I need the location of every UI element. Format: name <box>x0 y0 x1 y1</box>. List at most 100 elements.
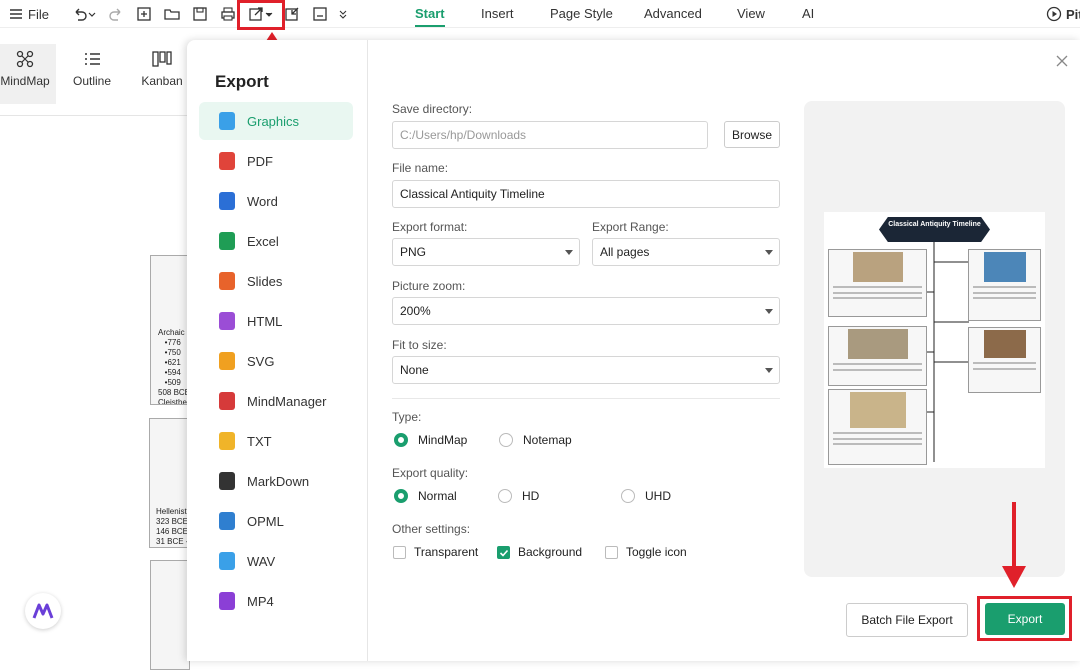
save-as-icon[interactable] <box>312 6 328 22</box>
picture-zoom-value: 200% <box>400 304 431 318</box>
export-dialog: Export Graphics PDF Word Excel Slides HTML SVG… <box>187 40 1080 661</box>
format-item-graphics[interactable]: Graphics <box>199 102 353 140</box>
chevron-down-icon <box>765 309 773 314</box>
format-item-label: TXT <box>247 433 272 449</box>
new-page-icon[interactable] <box>136 6 152 22</box>
transparent-checkbox[interactable]: Transparent <box>393 545 478 559</box>
fit-to-size-value: None <box>400 363 429 377</box>
export-format-nav: Export Graphics PDF Word Excel Slides HTML SVG… <box>187 40 368 661</box>
export-button[interactable]: Export <box>985 603 1065 635</box>
export-preview: Classical Antiquity Timeline <box>804 101 1065 577</box>
quality-normal-label: Normal <box>418 489 457 503</box>
view-mindmap[interactable]: MindMap <box>0 44 56 104</box>
play-label[interactable]: Pit <box>1066 4 1080 24</box>
file-name-label: File name: <box>392 161 449 175</box>
preview-image: Classical Antiquity Timeline <box>824 212 1045 468</box>
top-toolbar: File Start Insert Page Style Advanced Vi… <box>0 0 1080 28</box>
toggle-icon-checkbox[interactable]: Toggle icon <box>605 545 687 559</box>
format-item-mp4[interactable]: MP4 <box>199 582 353 620</box>
play-icon[interactable] <box>1046 6 1062 22</box>
type-mindmap-radio[interactable]: MindMap <box>394 433 467 447</box>
format-item-html[interactable]: HTML <box>199 302 353 340</box>
file-menu[interactable]: File <box>28 4 49 24</box>
view-switcher: MindMap Outline Kanban <box>0 40 200 116</box>
kanban-icon <box>152 51 172 67</box>
tab-view[interactable]: View <box>737 6 765 21</box>
tab-ai[interactable]: AI <box>802 6 814 21</box>
transparent-label: Transparent <box>414 545 479 559</box>
preview-node <box>828 389 927 465</box>
view-kanban[interactable]: Kanban <box>134 50 190 88</box>
more-icon[interactable] <box>338 6 348 22</box>
background-checkbox[interactable]: Background <box>497 545 582 559</box>
type-mindmap-label: MindMap <box>418 433 468 447</box>
format-item-wav[interactable]: WAV <box>199 542 353 580</box>
archaic-node[interactable]: Archaic •776 •750 •621 •594 •509 508 BCE… <box>150 255 190 405</box>
markdown-file-icon <box>219 472 235 490</box>
toggle-icon-label: Toggle icon <box>626 545 687 559</box>
checkbox-box <box>393 545 406 559</box>
svg-file-icon <box>219 352 235 370</box>
tab-advanced[interactable]: Advanced <box>644 6 702 21</box>
undo-icon[interactable] <box>72 6 88 22</box>
quality-hd-radio[interactable]: HD <box>498 489 539 503</box>
picture-zoom-select[interactable]: 200% <box>392 297 780 325</box>
hellenistic-node[interactable]: Hellenist 323 BCE 146 BCE 31 BCE - <box>149 418 189 548</box>
slides-file-icon <box>219 272 235 290</box>
radio-indicator <box>498 489 512 503</box>
save-icon[interactable] <box>192 6 208 22</box>
checkbox-box <box>497 545 510 559</box>
quality-normal-radio[interactable]: Normal <box>394 489 457 503</box>
app-logo[interactable] <box>25 593 61 629</box>
format-item-markdown[interactable]: MarkDown <box>199 462 353 500</box>
tab-page-style[interactable]: Page Style <box>550 6 613 21</box>
view-kanban-label: Kanban <box>141 74 183 88</box>
export-format-select[interactable]: PNG <box>392 238 580 266</box>
view-outline[interactable]: Outline <box>64 50 120 88</box>
format-item-label: MP4 <box>247 593 274 609</box>
format-item-opml[interactable]: OPML <box>199 502 353 540</box>
html-file-icon <box>219 312 235 330</box>
tab-insert[interactable]: Insert <box>481 6 514 21</box>
save-directory-input[interactable]: C:/Users/hp/Downloads <box>392 121 708 149</box>
close-icon[interactable] <box>1055 54 1069 68</box>
checkmark-icon <box>499 549 509 557</box>
browse-button[interactable]: Browse <box>724 121 780 148</box>
print-icon[interactable] <box>220 6 236 22</box>
format-item-svg[interactable]: SVG <box>199 342 353 380</box>
open-folder-icon[interactable] <box>164 6 180 22</box>
format-item-excel[interactable]: Excel <box>199 222 353 260</box>
format-item-slides[interactable]: Slides <box>199 262 353 300</box>
type-notemap-radio[interactable]: Notemap <box>499 433 572 447</box>
format-item-label: PDF <box>247 153 273 169</box>
chevron-down-icon[interactable] <box>88 6 96 22</box>
outline-icon <box>85 53 100 65</box>
export-format-value: PNG <box>400 245 427 259</box>
file-name-input[interactable]: Classical Antiquity Timeline <box>392 180 780 208</box>
mindmap-canvas[interactable]: Archaic •776 •750 •621 •594 •509 508 BCE… <box>0 116 200 670</box>
format-item-mindmanager[interactable]: MindManager <box>199 382 353 420</box>
format-item-pdf[interactable]: PDF <box>199 142 353 180</box>
format-item-txt[interactable]: TXT <box>199 422 353 460</box>
tab-start[interactable]: Start <box>415 6 445 27</box>
format-item-label: Excel <box>247 233 279 249</box>
format-item-label: MindManager <box>247 393 327 409</box>
opml-file-icon <box>219 512 235 530</box>
dialog-title: Export <box>215 72 269 91</box>
menu-icon[interactable] <box>8 6 24 22</box>
fit-to-size-label: Fit to size: <box>392 338 447 352</box>
import-icon[interactable] <box>284 6 300 22</box>
type-notemap-label: Notemap <box>523 433 572 447</box>
export-range-select[interactable]: All pages <box>592 238 780 266</box>
batch-file-export-button[interactable]: Batch File Export <box>846 603 968 637</box>
view-mindmap-label: MindMap <box>0 74 50 88</box>
redo-icon[interactable] <box>108 6 124 22</box>
format-item-word[interactable]: Word <box>199 182 353 220</box>
word-file-icon <box>219 192 235 210</box>
fit-to-size-select[interactable]: None <box>392 356 780 384</box>
quality-uhd-radio[interactable]: UHD <box>621 489 671 503</box>
divider <box>392 398 780 399</box>
quality-hd-label: HD <box>522 489 540 503</box>
format-item-label: Slides <box>247 273 283 289</box>
roman-node[interactable] <box>150 560 190 670</box>
